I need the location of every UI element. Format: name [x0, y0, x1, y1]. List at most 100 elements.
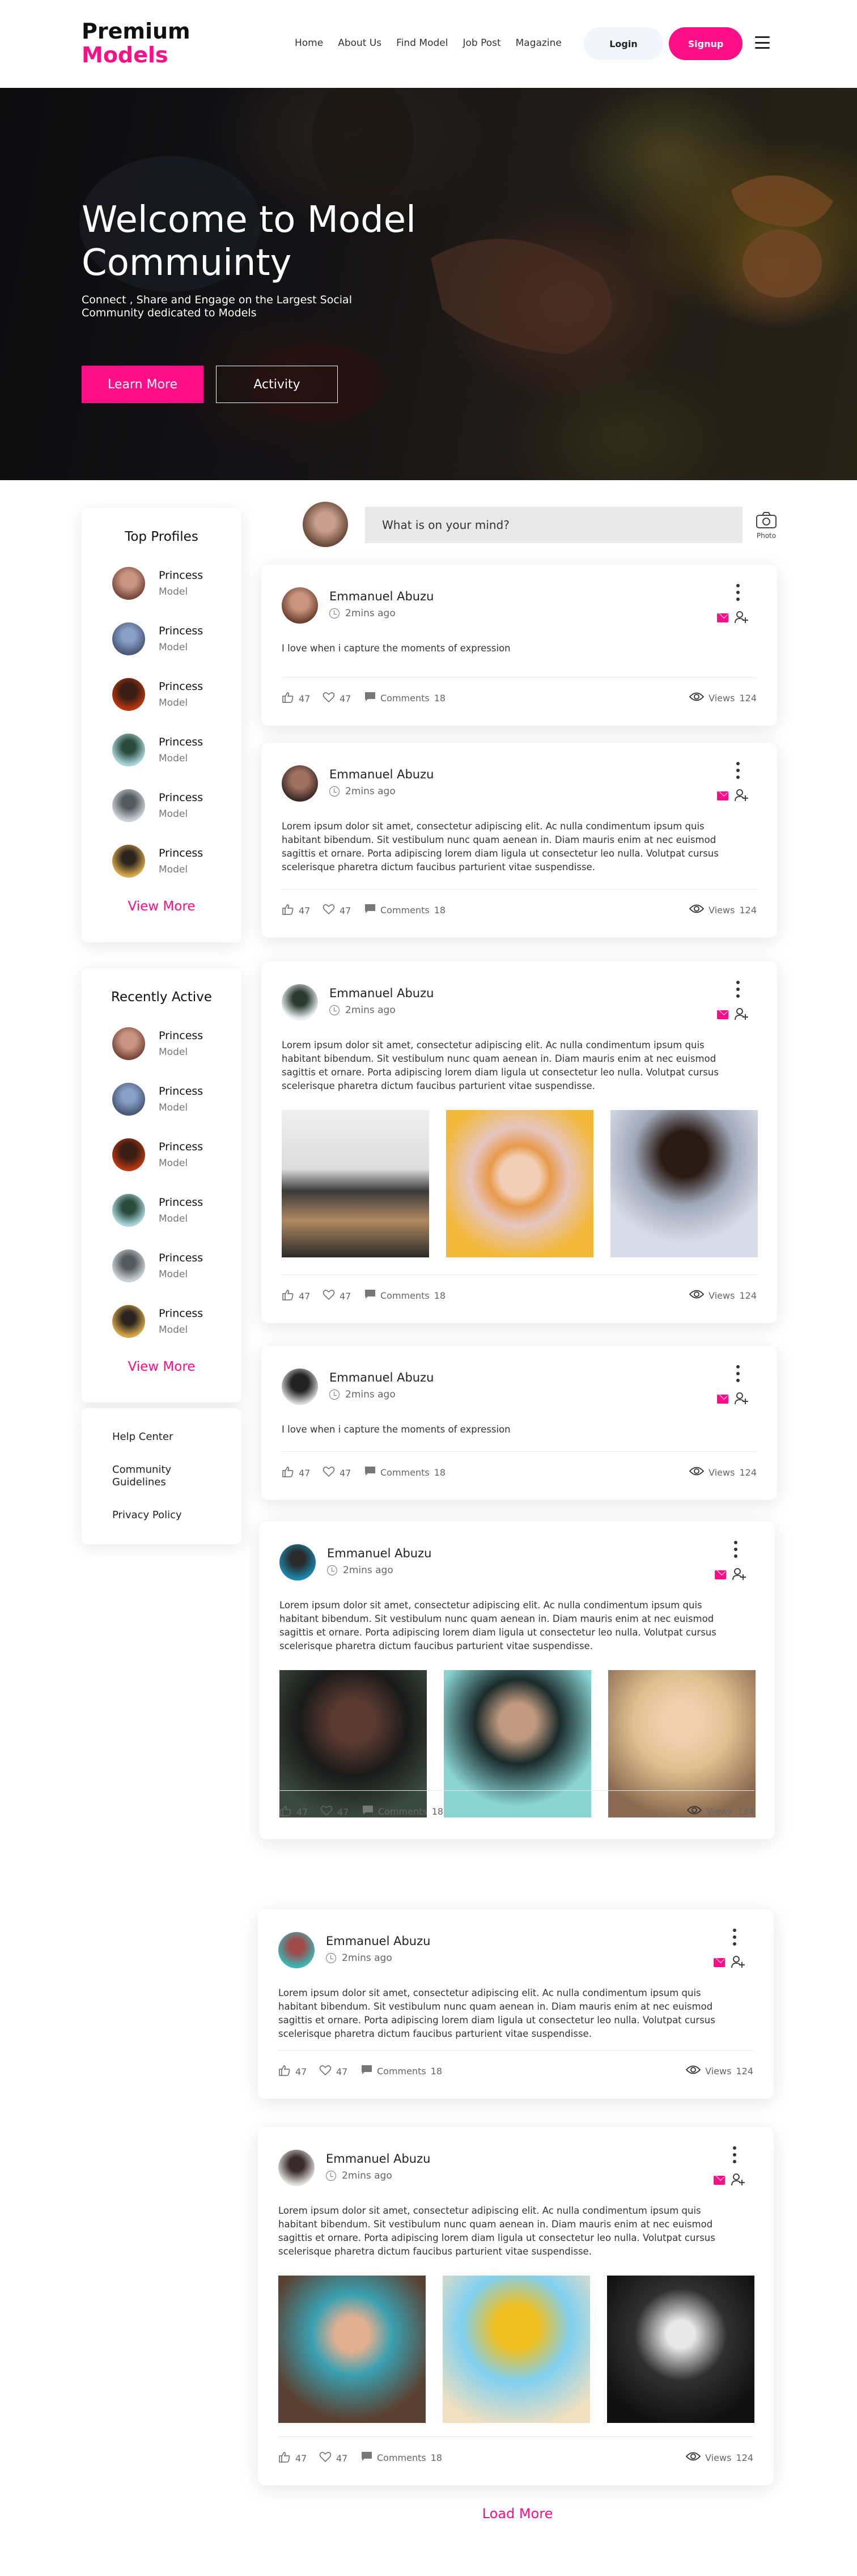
author-name[interactable]: Emmanuel Abuzu — [329, 1371, 434, 1384]
author-name[interactable]: Emmanuel Abuzu — [329, 768, 434, 781]
message-icon[interactable] — [714, 2176, 725, 2185]
message-icon[interactable] — [717, 1395, 728, 1404]
add-user-icon[interactable] — [732, 1567, 746, 1582]
comments-button[interactable]: Comments 18 — [364, 1466, 446, 1478]
like-button[interactable]: 47 — [279, 1805, 308, 1819]
main-menu: Home About Us Find Model Job Post Magazi… — [295, 37, 562, 49]
post-photo[interactable] — [282, 1110, 429, 1257]
post-photo[interactable] — [278, 2276, 426, 2423]
add-user-icon[interactable] — [734, 788, 749, 803]
author-avatar[interactable] — [282, 765, 318, 802]
post-composer-input[interactable] — [365, 507, 743, 543]
add-user-icon[interactable] — [731, 2172, 745, 2187]
post-photo[interactable] — [610, 1110, 758, 1257]
more-options-icon[interactable] — [733, 2146, 736, 2163]
post-time-text: 2mins ago — [343, 1565, 393, 1576]
post-photo[interactable] — [607, 2276, 754, 2423]
help-center-link[interactable]: Help Center — [112, 1431, 226, 1443]
photo-upload-button[interactable]: Photo — [750, 509, 782, 543]
profile-name: Princess — [159, 1141, 203, 1153]
heart-button[interactable]: 47 — [323, 904, 351, 917]
author-name[interactable]: Emmanuel Abuzu — [326, 2152, 430, 2166]
clock-icon — [326, 2171, 336, 2181]
more-options-icon[interactable] — [736, 762, 740, 779]
add-user-icon[interactable] — [734, 1391, 749, 1406]
nav-link-about[interactable]: About Us — [338, 37, 381, 49]
comments-label: Comments — [380, 1290, 430, 1301]
comments-button[interactable]: Comments 18 — [361, 2065, 442, 2077]
heart-button[interactable]: 47 — [319, 2065, 347, 2078]
author-name[interactable]: Emmanuel Abuzu — [326, 1934, 430, 1948]
community-guidelines-link[interactable]: Community Guidelines — [112, 1464, 214, 1489]
post-photo[interactable] — [279, 1670, 427, 1817]
add-user-icon[interactable] — [734, 1007, 749, 1022]
nav-link-find-model[interactable]: Find Model — [396, 37, 448, 49]
heart-button[interactable]: 47 — [323, 1466, 351, 1480]
login-button[interactable]: Login — [584, 27, 663, 60]
profile-name: Princess — [159, 1196, 203, 1209]
hamburger-menu-icon[interactable] — [755, 36, 770, 49]
top-profiles-view-more[interactable]: View More — [82, 899, 241, 914]
privacy-policy-link[interactable]: Privacy Policy — [112, 1509, 226, 1522]
heart-button[interactable]: 47 — [320, 1805, 349, 1819]
avatar — [112, 1027, 145, 1060]
like-button[interactable]: 47 — [278, 2451, 307, 2465]
more-options-icon[interactable] — [736, 584, 740, 601]
author-name[interactable]: Emmanuel Abuzu — [327, 1547, 431, 1560]
nav-link-magazine[interactable]: Magazine — [516, 37, 562, 49]
comments-button[interactable]: Comments 18 — [362, 1805, 443, 1817]
learn-more-button[interactable]: Learn More — [82, 366, 203, 403]
message-icon[interactable] — [717, 613, 728, 622]
post-photo[interactable] — [608, 1670, 756, 1817]
heart-button[interactable]: 47 — [323, 692, 351, 705]
author-name[interactable]: Emmanuel Abuzu — [329, 986, 434, 1000]
message-icon[interactable] — [717, 1010, 728, 1019]
activity-button[interactable]: Activity — [216, 366, 338, 403]
like-button[interactable]: 47 — [282, 1466, 310, 1480]
post-photo[interactable] — [444, 1670, 591, 1817]
like-button[interactable]: 47 — [282, 692, 310, 705]
post-photo[interactable] — [446, 1110, 593, 1257]
add-user-icon[interactable] — [734, 610, 749, 625]
message-icon[interactable] — [715, 1570, 726, 1579]
like-button[interactable]: 47 — [278, 2065, 307, 2078]
heart-button[interactable]: 47 — [323, 1289, 351, 1303]
recently-active-view-more[interactable]: View More — [82, 1359, 241, 1374]
views-label: Views — [708, 1290, 735, 1301]
heart-icon — [323, 1466, 335, 1480]
more-options-icon[interactable] — [734, 1541, 737, 1558]
author-avatar[interactable] — [278, 2150, 315, 2186]
author-avatar[interactable] — [282, 1368, 318, 1405]
message-icon[interactable] — [714, 1958, 725, 1967]
comments-button[interactable]: Comments 18 — [364, 692, 446, 704]
more-options-icon[interactable] — [736, 1365, 740, 1382]
comments-button[interactable]: Comments 18 — [364, 904, 446, 916]
author-avatar[interactable] — [279, 1544, 316, 1581]
author-avatar[interactable] — [282, 587, 318, 624]
load-more-button[interactable]: Load More — [453, 2506, 582, 2522]
like-count: 47 — [299, 905, 311, 916]
nav-link-job-post[interactable]: Job Post — [463, 37, 500, 49]
message-icon[interactable] — [717, 791, 728, 800]
add-user-icon[interactable] — [731, 1955, 745, 1969]
more-options-icon[interactable] — [733, 1929, 736, 1946]
brand-logo[interactable]: Premium Models — [82, 19, 190, 67]
signup-button[interactable]: Signup — [669, 27, 743, 60]
comments-button[interactable]: Comments 18 — [361, 2451, 442, 2464]
comments-label: Comments — [380, 904, 430, 916]
views-stat: Views 124 — [689, 1466, 757, 1478]
author-name[interactable]: Emmanuel Abuzu — [329, 590, 434, 603]
like-button[interactable]: 47 — [282, 904, 310, 917]
more-options-icon[interactable] — [736, 981, 740, 998]
comments-button[interactable]: Comments 18 — [364, 1289, 446, 1302]
comments-label: Comments — [380, 692, 430, 704]
profile-role: Model — [159, 697, 188, 709]
author-avatar[interactable] — [278, 1932, 315, 1968]
post-time: 2mins ago — [329, 786, 396, 797]
heart-button[interactable]: 47 — [319, 2451, 347, 2465]
eye-icon — [685, 2451, 701, 2464]
like-button[interactable]: 47 — [282, 1289, 310, 1303]
nav-link-home[interactable]: Home — [295, 37, 323, 49]
author-avatar[interactable] — [282, 984, 318, 1020]
post-photo[interactable] — [443, 2276, 590, 2423]
